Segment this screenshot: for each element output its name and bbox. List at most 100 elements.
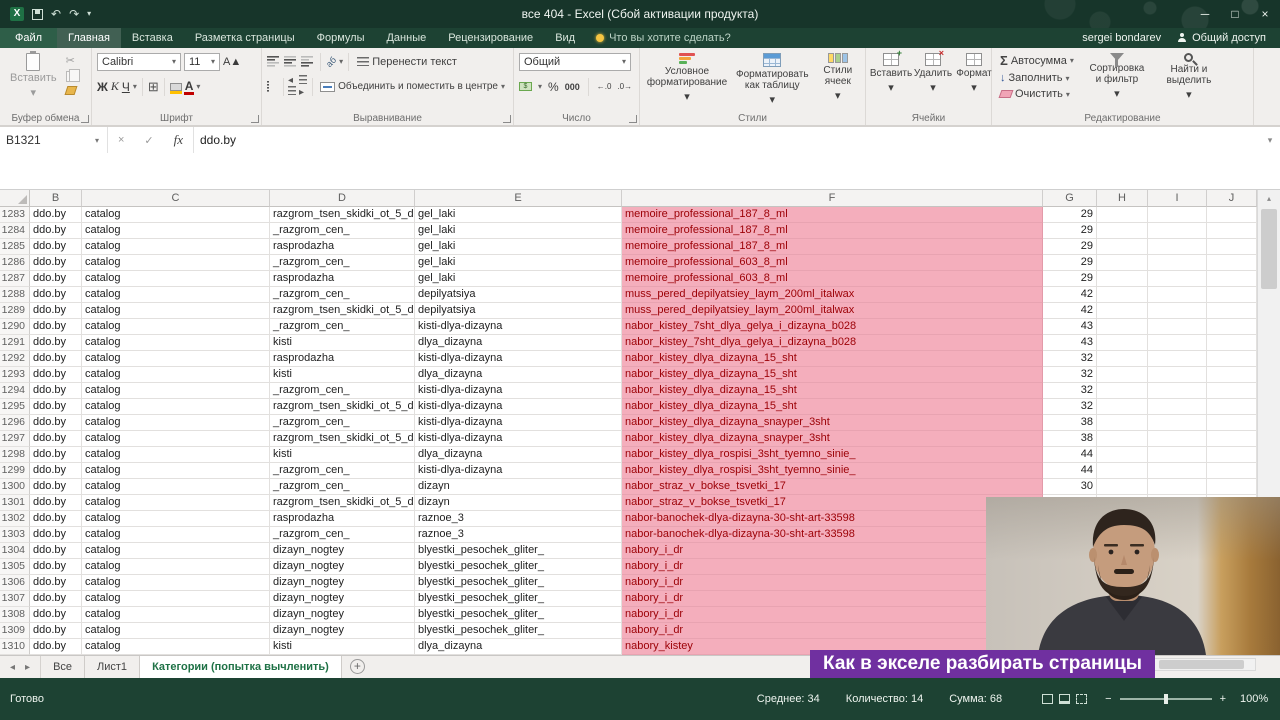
zoom-in-icon[interactable]: + bbox=[1220, 693, 1226, 705]
row-header-1309[interactable]: 1309 bbox=[0, 623, 30, 639]
row-header-1284[interactable]: 1284 bbox=[0, 223, 30, 239]
cell-e[interactable]: gel_laki bbox=[415, 255, 622, 271]
cut-icon[interactable]: ✂ bbox=[66, 54, 76, 67]
wrap-text-button[interactable]: Перенести текст bbox=[354, 55, 460, 69]
cell-g[interactable]: 32 bbox=[1043, 351, 1097, 367]
cell-i[interactable] bbox=[1148, 383, 1207, 399]
cell-g[interactable]: 29 bbox=[1043, 271, 1097, 287]
ribbon-tab-Данные[interactable]: Данные bbox=[375, 28, 437, 48]
row-header-1299[interactable]: 1299 bbox=[0, 463, 30, 479]
cell-c[interactable]: catalog bbox=[82, 223, 270, 239]
cell-c[interactable]: catalog bbox=[82, 271, 270, 287]
cell-f[interactable]: nabor_kistey_dlya_dizayna_15_sht bbox=[622, 383, 1043, 399]
cell-g[interactable]: 43 bbox=[1043, 335, 1097, 351]
row-header-1290[interactable]: 1290 bbox=[0, 319, 30, 335]
column-header-E[interactable]: E bbox=[415, 190, 622, 207]
align-left-icon[interactable] bbox=[267, 81, 269, 92]
cell-g[interactable]: 38 bbox=[1043, 431, 1097, 447]
cell-d[interactable]: dizayn_nogtey bbox=[270, 543, 415, 559]
cell-f[interactable]: nabory_i_dr bbox=[622, 607, 1043, 623]
cell-d[interactable]: razgrom_tsen_skidki_ot_5_d bbox=[270, 399, 415, 415]
row-header-1307[interactable]: 1307 bbox=[0, 591, 30, 607]
row-header-1291[interactable]: 1291 bbox=[0, 335, 30, 351]
cell-e[interactable]: gel_laki bbox=[415, 239, 622, 255]
cell-f[interactable]: memoire_professional_187_8_ml bbox=[622, 223, 1043, 239]
increase-decimal-icon[interactable]: ←.0 bbox=[597, 82, 612, 91]
cell-e[interactable]: kisti-dlya-dizayna bbox=[415, 399, 622, 415]
row-header-1296[interactable]: 1296 bbox=[0, 415, 30, 431]
cell-g[interactable]: 29 bbox=[1043, 223, 1097, 239]
save-icon[interactable] bbox=[32, 8, 43, 20]
cell-c[interactable]: catalog bbox=[82, 239, 270, 255]
clipboard-dialog-launcher[interactable] bbox=[81, 115, 89, 123]
cell-c[interactable]: catalog bbox=[82, 335, 270, 351]
page-break-view-icon[interactable] bbox=[1076, 694, 1088, 704]
cell-j[interactable] bbox=[1207, 383, 1257, 399]
cell-g[interactable]: 38 bbox=[1043, 415, 1097, 431]
column-header-C[interactable]: C bbox=[82, 190, 270, 207]
row-header-1298[interactable]: 1298 bbox=[0, 447, 30, 463]
cell-c[interactable]: catalog bbox=[82, 319, 270, 335]
cell-g[interactable]: 29 bbox=[1043, 255, 1097, 271]
cell-d[interactable]: rasprodazha bbox=[270, 271, 415, 287]
cell-j[interactable] bbox=[1207, 479, 1257, 495]
cell-b[interactable]: ddo.by bbox=[30, 383, 82, 399]
cell-e[interactable]: blyestki_pesochek_gliter_ bbox=[415, 591, 622, 607]
cell-f[interactable]: memoire_professional_187_8_ml bbox=[622, 207, 1043, 223]
clear-button[interactable]: Очистить ▾ bbox=[997, 87, 1077, 101]
cell-f[interactable]: memoire_professional_603_8_ml bbox=[622, 255, 1043, 271]
font-family-combo[interactable]: Calibri ▾ bbox=[97, 52, 181, 71]
column-header-D[interactable]: D bbox=[270, 190, 415, 207]
sheet-nav-left-icon[interactable]: ◂ bbox=[10, 662, 15, 673]
ribbon-tab-Вид[interactable]: Вид bbox=[544, 28, 586, 48]
cell-b[interactable]: ddo.by bbox=[30, 543, 82, 559]
cell-d[interactable]: dizayn_nogtey bbox=[270, 607, 415, 623]
paste-button[interactable]: Вставить ▾ bbox=[5, 51, 62, 110]
cell-b[interactable]: ddo.by bbox=[30, 415, 82, 431]
format-painter-icon[interactable] bbox=[64, 86, 78, 95]
percent-style-icon[interactable]: % bbox=[548, 80, 559, 94]
cell-b[interactable]: ddo.by bbox=[30, 575, 82, 591]
italic-button[interactable]: К bbox=[111, 79, 119, 94]
cell-j[interactable] bbox=[1207, 207, 1257, 223]
row-header-1294[interactable]: 1294 bbox=[0, 383, 30, 399]
cell-d[interactable]: kisti bbox=[270, 447, 415, 463]
cell-i[interactable] bbox=[1148, 399, 1207, 415]
cell-d[interactable]: razgrom_tsen_skidki_ot_5_d bbox=[270, 495, 415, 511]
ribbon-tab-Главная[interactable]: Главная bbox=[57, 28, 121, 48]
row-header-1293[interactable]: 1293 bbox=[0, 367, 30, 383]
undo-icon[interactable]: ↶ bbox=[51, 8, 61, 20]
cell-f[interactable]: memoire_professional_187_8_ml bbox=[622, 239, 1043, 255]
borders-icon[interactable]: ⊞ bbox=[148, 79, 159, 95]
cell-d[interactable]: dizayn_nogtey bbox=[270, 623, 415, 639]
cell-j[interactable] bbox=[1207, 463, 1257, 479]
cell-e[interactable]: dlya_dizayna bbox=[415, 639, 622, 655]
column-header-H[interactable]: H bbox=[1097, 190, 1148, 207]
fill-color-icon[interactable] bbox=[169, 82, 182, 94]
insert-function-icon[interactable]: fx bbox=[174, 132, 183, 148]
ribbon-tab-Рецензирование[interactable]: Рецензирование bbox=[437, 28, 544, 48]
cell-j[interactable] bbox=[1207, 319, 1257, 335]
cell-c[interactable]: catalog bbox=[82, 287, 270, 303]
cell-e[interactable]: kisti-dlya-dizayna bbox=[415, 431, 622, 447]
font-size-combo[interactable]: 11 ▾ bbox=[184, 52, 220, 71]
cell-f[interactable]: nabor_kistey_dlya_dizayna_snayper_3sht bbox=[622, 415, 1043, 431]
ribbon-tab-Файл[interactable]: Файл bbox=[0, 28, 58, 48]
cell-d[interactable]: razgrom_tsen_skidki_ot_5_d bbox=[270, 303, 415, 319]
cell-i[interactable] bbox=[1148, 351, 1207, 367]
row-header-1286[interactable]: 1286 bbox=[0, 255, 30, 271]
bold-button[interactable]: Ж bbox=[97, 80, 108, 94]
enter-icon[interactable]: ✓ bbox=[144, 134, 153, 147]
cell-d[interactable]: _razgrom_cen_ bbox=[270, 383, 415, 399]
cell-b[interactable]: ddo.by bbox=[30, 239, 82, 255]
row-header-1301[interactable]: 1301 bbox=[0, 495, 30, 511]
cell-c[interactable]: catalog bbox=[82, 527, 270, 543]
cell-b[interactable]: ddo.by bbox=[30, 207, 82, 223]
cell-b[interactable]: ddo.by bbox=[30, 527, 82, 543]
cell-c[interactable]: catalog bbox=[82, 575, 270, 591]
minimize-button[interactable]: ─ bbox=[1190, 0, 1220, 28]
scroll-up-icon[interactable]: ▴ bbox=[1258, 190, 1280, 207]
cell-b[interactable]: ddo.by bbox=[30, 479, 82, 495]
cell-f[interactable]: nabor_kistey_dlya_dizayna_snayper_3sht bbox=[622, 431, 1043, 447]
cell-f[interactable]: muss_pered_depilyatsiey_laym_200ml_italw… bbox=[622, 287, 1043, 303]
